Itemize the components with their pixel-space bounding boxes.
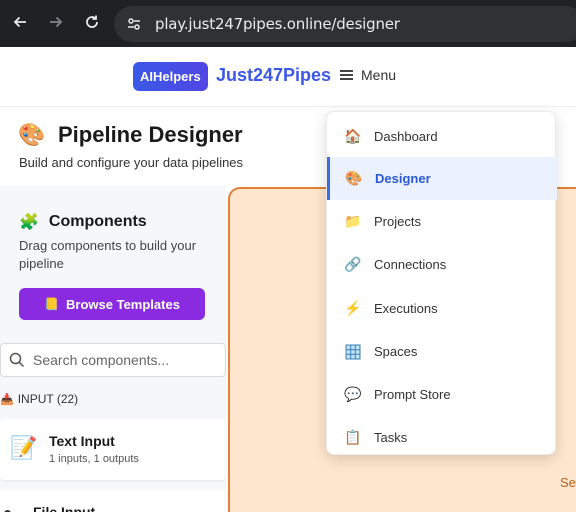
app-header: AIHelpers Just247Pipes Menu bbox=[0, 47, 576, 107]
components-sidebar: 🧩 Components Drag components to build yo… bbox=[0, 186, 226, 512]
section-label: INPUT (22) bbox=[17, 392, 79, 406]
page-title: Pipeline Designer bbox=[58, 122, 243, 147]
menu-item-tasks[interactable]: 📋 Tasks bbox=[327, 416, 557, 459]
components-header: 🧩 Components bbox=[19, 212, 147, 232]
component-card[interactable]: 📝 Text Input 1 inputs, 1 outputs bbox=[0, 419, 226, 480]
inbox-icon: 📥 bbox=[0, 393, 14, 406]
menu-item-label: Prompt Store bbox=[374, 387, 451, 402]
menu-button[interactable]: Menu bbox=[340, 67, 396, 83]
menu-item-executions[interactable]: ⚡ Executions bbox=[327, 287, 557, 330]
folder-icon: 📁 bbox=[344, 213, 362, 229]
components-title: Components bbox=[48, 213, 147, 230]
brand-badge[interactable]: AIHelpers bbox=[133, 62, 208, 91]
components-description: Drag components to build your pipeline bbox=[19, 238, 197, 271]
menu-item-dashboard[interactable]: 🏠 Dashboard bbox=[327, 115, 557, 158]
menu-item-projects[interactable]: 📁 Projects bbox=[327, 200, 557, 243]
browse-templates-label: Browse Templates bbox=[66, 296, 180, 312]
browser-toolbar: play.just247pipes.online/designer bbox=[0, 0, 576, 47]
brand-name[interactable]: Just247Pipes bbox=[216, 65, 331, 86]
component-card[interactable]: File Input bbox=[0, 490, 226, 512]
menu-item-label: Projects bbox=[374, 214, 421, 229]
canvas-hint: Sel bbox=[560, 475, 576, 490]
menu-item-label: Dashboard bbox=[374, 129, 438, 144]
lightning-icon: ⚡ bbox=[344, 300, 362, 316]
page-title-row: 🎨 Pipeline Designer bbox=[18, 122, 243, 148]
menu-item-designer[interactable]: 🎨 Designer bbox=[327, 157, 557, 200]
site-info-icon[interactable] bbox=[122, 12, 146, 36]
menu-label: Menu bbox=[361, 67, 397, 83]
menu-item-label: Connections bbox=[374, 257, 447, 272]
menu-item-label: Executions bbox=[374, 301, 438, 316]
component-name: File Input bbox=[33, 504, 96, 512]
component-meta: 1 inputs, 1 outputs bbox=[49, 453, 139, 465]
back-arrow-icon[interactable] bbox=[10, 13, 30, 33]
browse-templates-button[interactable]: 📒 Browse Templates bbox=[19, 288, 205, 320]
menu-item-prompt-store[interactable]: 💬 Prompt Store bbox=[327, 373, 557, 416]
menu-item-label: Spaces bbox=[374, 344, 418, 359]
house-icon: 🏠 bbox=[344, 128, 362, 144]
palette-icon: 🎨 bbox=[18, 122, 46, 147]
page-subtitle: Build and configure your data pipelines bbox=[19, 155, 244, 170]
reload-icon[interactable] bbox=[82, 13, 102, 33]
navigation-menu: 🏠 Dashboard 🎨 Designer 📁 Projects 🔗 Conn… bbox=[326, 111, 557, 455]
puzzle-icon: 🧩 bbox=[19, 214, 39, 231]
address-bar[interactable]: play.just247pipes.online/designer bbox=[114, 6, 576, 42]
search-icon bbox=[9, 352, 25, 368]
memo-icon: 📝 bbox=[10, 435, 38, 460]
book-icon: 📒 bbox=[44, 297, 60, 311]
menu-item-spaces[interactable]: Spaces bbox=[327, 330, 557, 373]
url-text[interactable]: play.just247pipes.online/designer bbox=[155, 15, 400, 33]
component-search-box[interactable] bbox=[0, 343, 226, 377]
grid-icon bbox=[344, 343, 362, 361]
menu-item-label: Designer bbox=[375, 171, 431, 186]
clipboard-icon: 📋 bbox=[344, 429, 362, 445]
forward-arrow-icon[interactable] bbox=[46, 13, 66, 33]
palette-icon: 🎨 bbox=[345, 170, 363, 186]
menu-item-connections[interactable]: 🔗 Connections bbox=[327, 243, 557, 286]
search-input[interactable] bbox=[33, 352, 213, 368]
input-section-header[interactable]: 📥 INPUT (22) bbox=[0, 392, 78, 406]
component-name: Text Input bbox=[49, 433, 115, 449]
link-icon: 🔗 bbox=[344, 256, 362, 272]
chat-icon: 💬 bbox=[344, 386, 362, 402]
menu-item-label: Tasks bbox=[374, 430, 408, 445]
hamburger-icon bbox=[340, 68, 353, 83]
